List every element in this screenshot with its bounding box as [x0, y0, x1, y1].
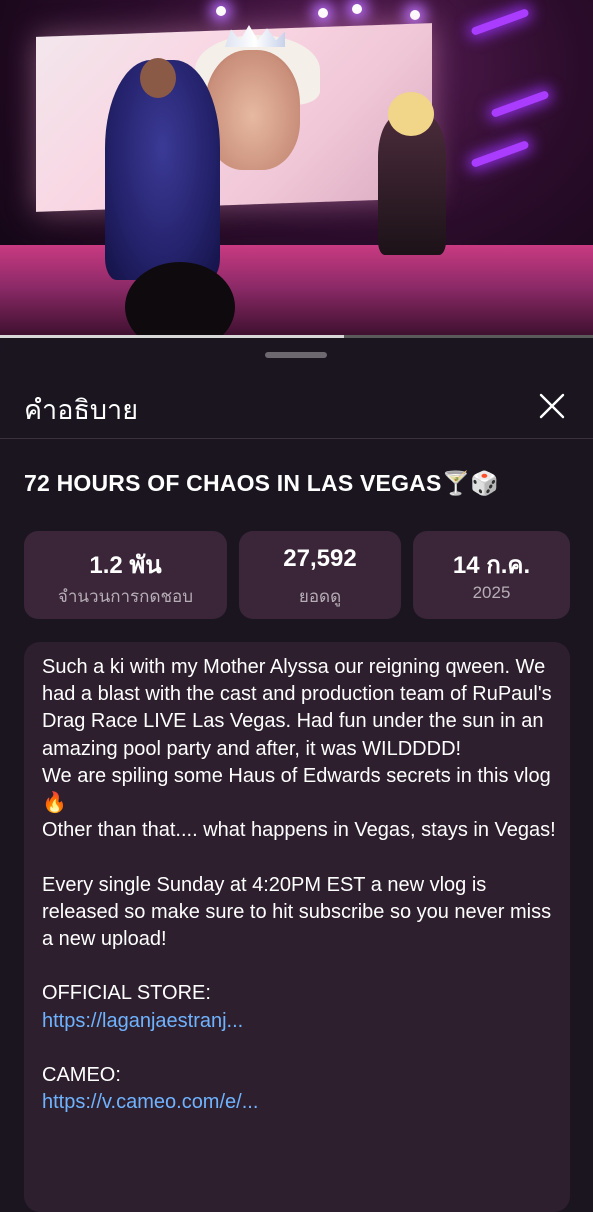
- stage-light: [352, 4, 362, 14]
- stage-beam: [470, 139, 530, 169]
- drag-handle[interactable]: [265, 352, 327, 358]
- views-stat: 27,592 ยอดดู: [239, 531, 401, 619]
- sheet-header: คำอธิบาย: [0, 376, 593, 438]
- likes-value: 1.2 พัน: [89, 552, 162, 579]
- stage-light: [410, 10, 420, 20]
- views-label: ยอดดู: [298, 587, 342, 606]
- description-paragraph: Such a ki with my Mother Alyssa our reig…: [42, 656, 552, 760]
- description-box: Such a ki with my Mother Alyssa our reig…: [24, 642, 570, 1212]
- stage-light: [318, 8, 328, 18]
- store-label: OFFICIAL STORE:: [42, 982, 211, 1005]
- close-icon: [539, 393, 565, 419]
- cameo-label: CAMEO:: [42, 1064, 121, 1086]
- performer-left-head: [140, 58, 176, 98]
- likes-label: จำนวนการกดชอบ: [57, 587, 194, 606]
- sheet-title: คำอธิบาย: [24, 395, 139, 425]
- description-paragraph: Other than that.... what happens in Vega…: [42, 819, 556, 842]
- cameo-link[interactable]: https://v.cameo.com/e/...: [42, 1091, 258, 1113]
- store-link[interactable]: https://laganjaestranj...: [42, 1010, 243, 1032]
- date-stat: 14 ก.ค. 2025: [413, 531, 570, 619]
- likes-stat: 1.2 พัน จำนวนการกดชอบ: [24, 531, 227, 619]
- stage-floor: [0, 245, 593, 338]
- video-player[interactable]: [0, 0, 593, 338]
- description-text: Such a ki with my Mother Alyssa our reig…: [42, 654, 557, 1116]
- performer-right-head: [388, 92, 434, 136]
- description-sheet: คำอธิบาย 72 HOURS OF CHAOS IN LAS VEGAS🍸…: [0, 338, 593, 1212]
- video-title: 72 HOURS OF CHAOS IN LAS VEGAS🍸🎲: [24, 470, 500, 496]
- stats-row: 1.2 พัน จำนวนการกดชอบ 27,592 ยอดดู 14 ก.…: [24, 531, 570, 619]
- date-year: 2025: [472, 583, 511, 602]
- header-divider: [0, 438, 593, 439]
- description-paragraph: Every single Sunday at 4:20PM EST a new …: [42, 873, 552, 951]
- performer-right: [378, 115, 446, 255]
- views-value: 27,592: [283, 545, 357, 572]
- stage-beam: [470, 7, 530, 37]
- description-paragraph: We are spiling some Haus of Edwards secr…: [42, 764, 551, 815]
- stage-beam: [490, 89, 550, 119]
- stage-light: [216, 6, 226, 16]
- close-button[interactable]: [532, 386, 572, 426]
- date-value: 14 ก.ค.: [452, 552, 531, 579]
